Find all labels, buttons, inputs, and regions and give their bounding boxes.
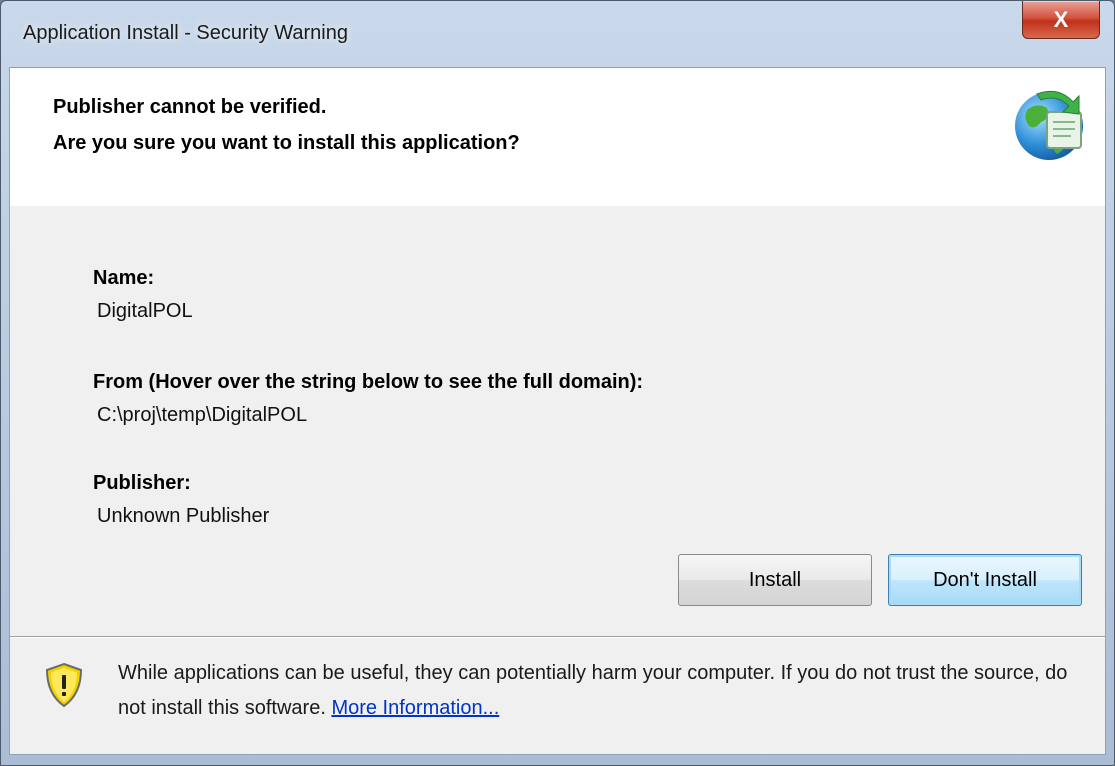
warning-text: While applications can be useful, they c… bbox=[118, 662, 1068, 719]
publisher-value: Unknown Publisher bbox=[97, 505, 270, 527]
close-button[interactable]: X bbox=[1022, 1, 1100, 39]
name-value: DigitalPOL bbox=[97, 300, 193, 322]
dont-install-button[interactable]: Don't Install bbox=[888, 554, 1082, 606]
shield-warning-icon bbox=[45, 662, 83, 708]
name-label: Name: bbox=[93, 267, 155, 289]
header-title: Publisher cannot be verified. bbox=[53, 96, 327, 118]
globe-install-icon bbox=[1015, 90, 1083, 160]
window-title: Application Install - Security Warning bbox=[23, 22, 348, 44]
dialog-body: Publisher cannot be verified. Are you su… bbox=[9, 67, 1106, 755]
warning-message: While applications can be useful, they c… bbox=[118, 656, 1088, 726]
from-value[interactable]: C:\proj\temp\DigitalPOL bbox=[97, 404, 307, 427]
footer-divider bbox=[10, 636, 1105, 638]
security-warning-window: Application Install - Security Warning X… bbox=[0, 0, 1115, 766]
header-panel: Publisher cannot be verified. Are you su… bbox=[10, 68, 1105, 206]
from-label: From (Hover over the string below to see… bbox=[93, 371, 644, 393]
publisher-label: Publisher: bbox=[93, 472, 191, 494]
more-information-link[interactable]: More Information... bbox=[331, 697, 499, 719]
header-question: Are you sure you want to install this ap… bbox=[53, 132, 520, 154]
install-button[interactable]: Install bbox=[678, 554, 872, 606]
title-bar[interactable]: Application Install - Security Warning X bbox=[1, 1, 1114, 67]
close-icon: X bbox=[1053, 6, 1069, 32]
